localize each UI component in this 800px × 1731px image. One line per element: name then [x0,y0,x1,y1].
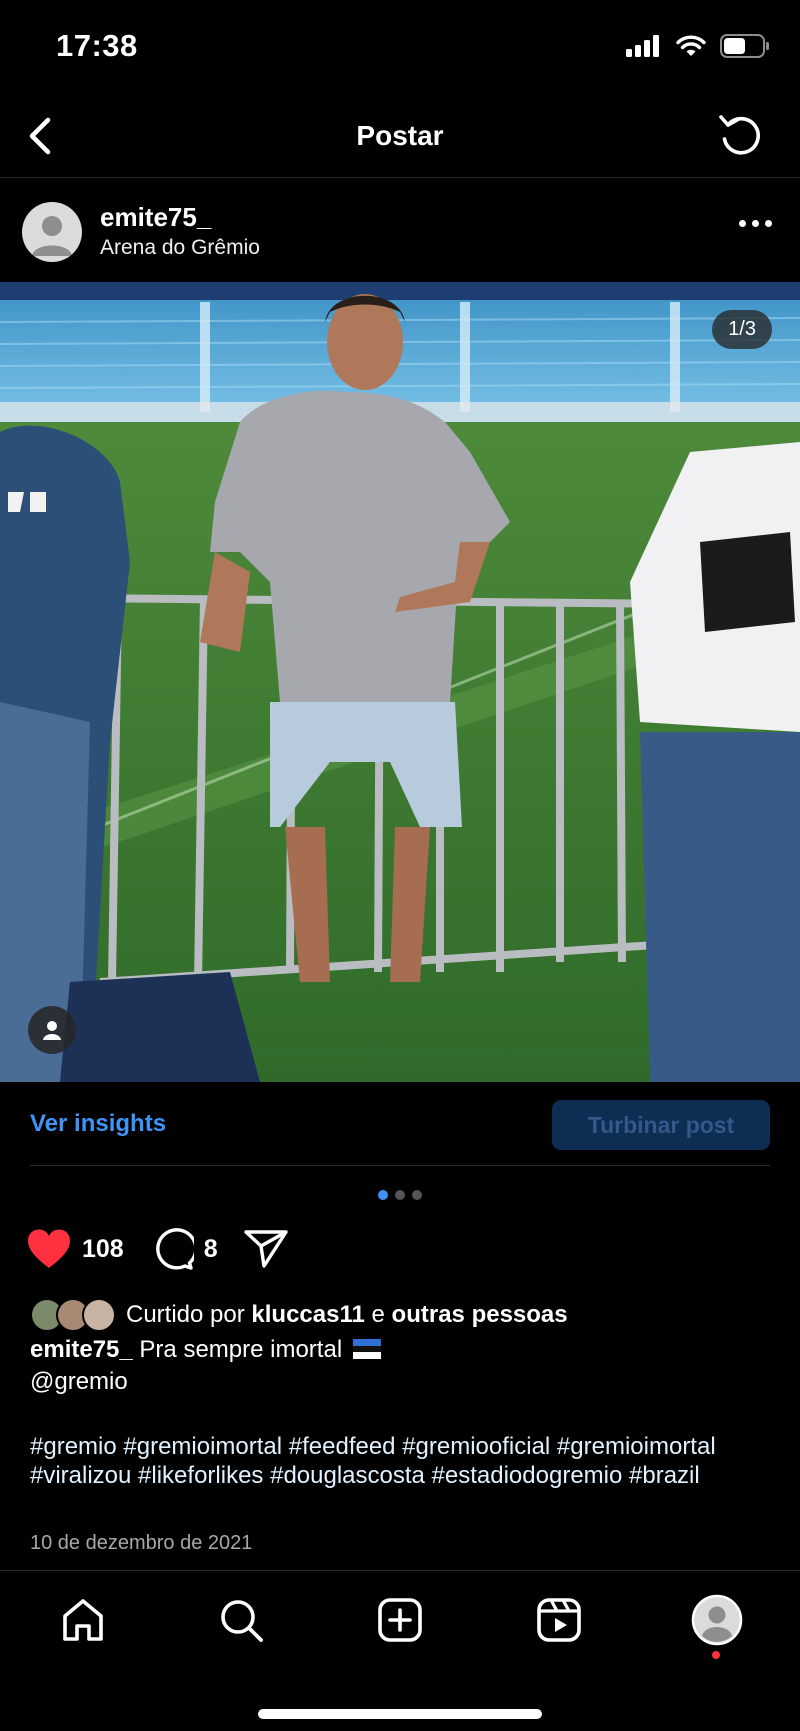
post-location[interactable]: Arena do Grêmio [100,236,260,260]
home-icon [63,1599,103,1641]
post-caption: emite75_ Pra sempre imortal @gremio [30,1334,770,1398]
person-icon [43,1021,61,1040]
caption-mention[interactable]: @gremio [30,1368,128,1395]
tagged-people-button[interactable] [28,1006,76,1054]
heart-icon [28,1229,70,1268]
page-title: Postar [356,120,444,151]
carousel-indicator [0,1190,800,1200]
carousel-dot [395,1190,405,1200]
share-button[interactable] [243,1229,288,1269]
like-button[interactable]: 108 [26,1228,124,1270]
reels-icon [537,1598,581,1642]
post-date: 10 de dezembro de 2021 [30,1532,253,1554]
status-bar: 17:38 [0,0,800,96]
stadium-photo [0,282,800,1082]
status-icons [626,34,770,58]
caption-username[interactable]: emite75_ [30,1336,133,1363]
estonia-flag-icon [352,1339,381,1359]
nav-bar: Postar [0,100,800,178]
comment-button[interactable]: 8 [150,1228,218,1270]
carousel-dot [412,1190,422,1200]
post-username[interactable]: emite75_ [100,202,211,233]
refresh-icon [719,115,760,155]
signal-icon [626,35,659,57]
tab-home[interactable] [56,1593,110,1647]
liked-by-joiner: e [371,1301,385,1328]
carousel-dot-active [378,1190,388,1200]
profile-icon [691,1594,743,1646]
battery-icon [720,34,769,58]
tab-create[interactable] [373,1593,427,1647]
create-icon [378,1598,422,1642]
more-options-icon[interactable] [739,220,772,227]
home-indicator [258,1709,542,1719]
comment-count[interactable]: 8 [204,1235,218,1264]
like-count[interactable]: 108 [82,1235,124,1264]
boost-post-button[interactable]: Turbinar post [552,1100,770,1150]
wifi-icon [676,35,706,56]
tab-reels[interactable] [532,1593,586,1647]
insights-row: Ver insights Turbinar post [0,1082,800,1166]
liker-avatar [82,1298,116,1332]
tab-profile[interactable] [690,1593,744,1647]
status-time: 17:38 [56,28,138,63]
default-avatar-icon [32,216,72,256]
tab-search[interactable] [214,1593,268,1647]
liked-by[interactable]: Curtido por kluccas11 e outras pessoas [30,1298,568,1332]
send-icon [243,1230,288,1268]
caption-text: Pra sempre imortal [139,1336,343,1363]
notification-dot [712,1651,720,1659]
post-header: emite75_ Arena do Grêmio [0,196,800,272]
search-icon [221,1600,263,1642]
liker-avatars [30,1298,116,1332]
liked-by-user[interactable]: kluccas11 [251,1301,364,1329]
liked-by-prefix: Curtido por [126,1301,245,1328]
image-counter: 1/3 [712,310,772,349]
caption-hashtags[interactable]: #gremio #gremioimortal #feedfeed #gremio… [30,1432,770,1490]
refresh-button[interactable] [718,112,764,158]
post-actions: 108 8 [26,1224,314,1274]
post-image[interactable]: 1/3 [0,282,800,1082]
divider [30,1165,770,1166]
view-insights-link[interactable]: Ver insights [30,1110,166,1138]
tab-bar [0,1570,800,1731]
comment-icon [155,1228,194,1270]
liked-by-others[interactable]: outras pessoas [392,1301,568,1329]
avatar[interactable] [22,202,82,262]
